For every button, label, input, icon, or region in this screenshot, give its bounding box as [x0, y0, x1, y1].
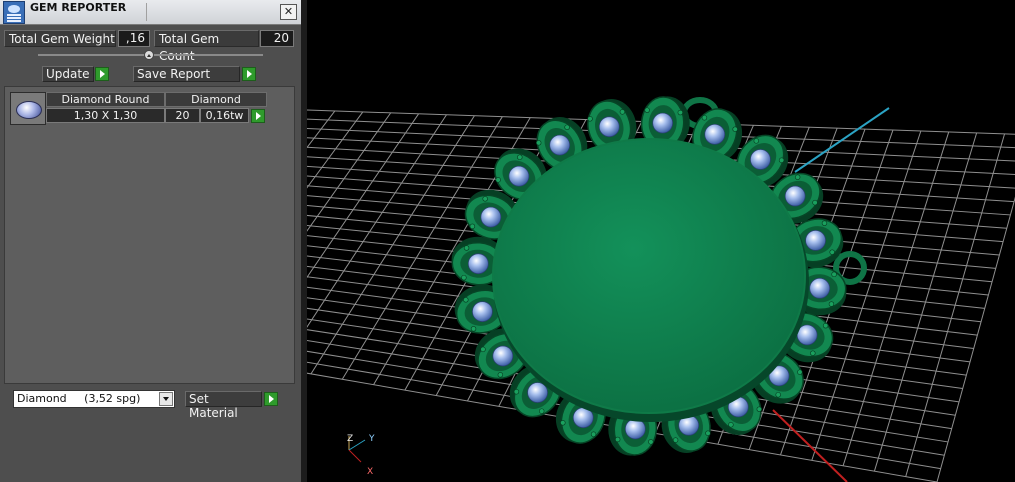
gem-thumbnail[interactable]: [10, 92, 46, 125]
prong: [753, 138, 760, 144]
axis-label-y: Y: [368, 434, 375, 444]
total-gem-count-value: 20: [260, 30, 294, 47]
title-separator: [146, 3, 147, 21]
prong: [831, 271, 837, 278]
prong: [822, 322, 829, 329]
prong: [461, 274, 467, 281]
gem: [527, 382, 548, 403]
viewport-3d[interactable]: Z Y X: [307, 0, 1015, 482]
grid-line: [842, 131, 950, 466]
title-bar: GEM REPORTER ✕: [0, 0, 301, 25]
gem-size-cell: 1,30 X 1,30: [46, 108, 165, 123]
prong: [560, 420, 566, 426]
scene-svg: Z Y X: [307, 96, 1015, 482]
prong: [797, 369, 803, 375]
gem-type-header: Diamond: [165, 92, 267, 107]
gem: [624, 418, 646, 440]
gem: [652, 112, 674, 134]
prong: [821, 220, 828, 226]
window-title: GEM REPORTER: [30, 1, 127, 14]
gem: [809, 277, 831, 299]
total-gem-count-label: Total Gem Count: [154, 30, 259, 63]
gem: [480, 206, 502, 228]
prong: [648, 439, 654, 445]
prong: [756, 406, 762, 412]
axis-gizmo: Z Y X: [347, 434, 375, 477]
prong: [701, 115, 708, 121]
prong: [677, 109, 684, 116]
disc: [492, 138, 806, 414]
prong: [470, 326, 477, 332]
play-icon[interactable]: [264, 392, 278, 406]
prong: [672, 437, 679, 443]
update-button[interactable]: Update: [42, 66, 94, 82]
prong: [536, 140, 542, 146]
prong: [810, 350, 816, 356]
prong: [732, 126, 738, 132]
grid-line: [307, 114, 447, 328]
prong: [480, 346, 486, 353]
prong: [705, 430, 711, 436]
axis-label-z: Z: [347, 434, 353, 444]
prong: [775, 392, 781, 398]
grid-line: [905, 133, 1006, 477]
close-icon[interactable]: ✕: [280, 4, 297, 20]
prong: [619, 109, 626, 115]
prong: [564, 124, 570, 130]
prong: [469, 223, 476, 230]
prong: [517, 154, 523, 160]
gem: [784, 185, 806, 207]
prong: [829, 249, 835, 255]
gem-count-cell: 20: [165, 108, 200, 123]
y-axis-line: [794, 107, 890, 173]
prong: [587, 116, 593, 122]
prong: [495, 177, 501, 183]
prong: [828, 301, 835, 307]
gem: [750, 149, 771, 170]
prong: [482, 196, 488, 202]
gem: [805, 230, 826, 251]
material-select[interactable]: Diamond (3,52 spg): [13, 390, 175, 408]
gem-list: [4, 86, 295, 384]
prong: [794, 174, 801, 180]
prong: [614, 436, 621, 443]
slider-handle[interactable]: [144, 50, 154, 60]
prong: [497, 372, 504, 378]
dropdown-arrow-icon[interactable]: [159, 392, 173, 406]
save-report-button[interactable]: Save Report: [133, 66, 240, 82]
gem: [508, 165, 530, 187]
gem-reporter-panel: GEM REPORTER ✕ Total Gem Weight ,16 Tota…: [0, 0, 302, 482]
prong: [513, 389, 520, 395]
gem: [549, 134, 571, 156]
gem-shape-header: Diamond Round: [46, 92, 165, 107]
gem: [472, 301, 493, 322]
play-icon[interactable]: [242, 67, 256, 81]
app-icon: [3, 1, 25, 24]
gem: [598, 116, 620, 138]
total-gem-weight-label: Total Gem Weight: [4, 30, 116, 47]
axis-label-x: X: [367, 467, 373, 477]
material-select-value: Diamond (3,52 spg): [17, 392, 141, 405]
set-material-button[interactable]: Set Material: [185, 391, 262, 420]
play-icon[interactable]: [251, 109, 265, 123]
gem-weight-cell: 0,16tw: [200, 108, 249, 123]
prong: [463, 297, 469, 303]
prong: [463, 245, 470, 251]
grid-line: [873, 132, 978, 472]
gem: [492, 345, 514, 367]
prong: [778, 157, 785, 163]
prong: [538, 408, 545, 414]
gem: [704, 123, 726, 145]
grid-line: [307, 113, 420, 279]
prong: [812, 199, 818, 206]
prong: [644, 107, 650, 113]
gem: [467, 253, 489, 275]
prong: [728, 422, 734, 428]
play-icon[interactable]: [95, 67, 109, 81]
total-gem-weight-value: ,16: [118, 30, 150, 47]
prong: [590, 431, 597, 437]
